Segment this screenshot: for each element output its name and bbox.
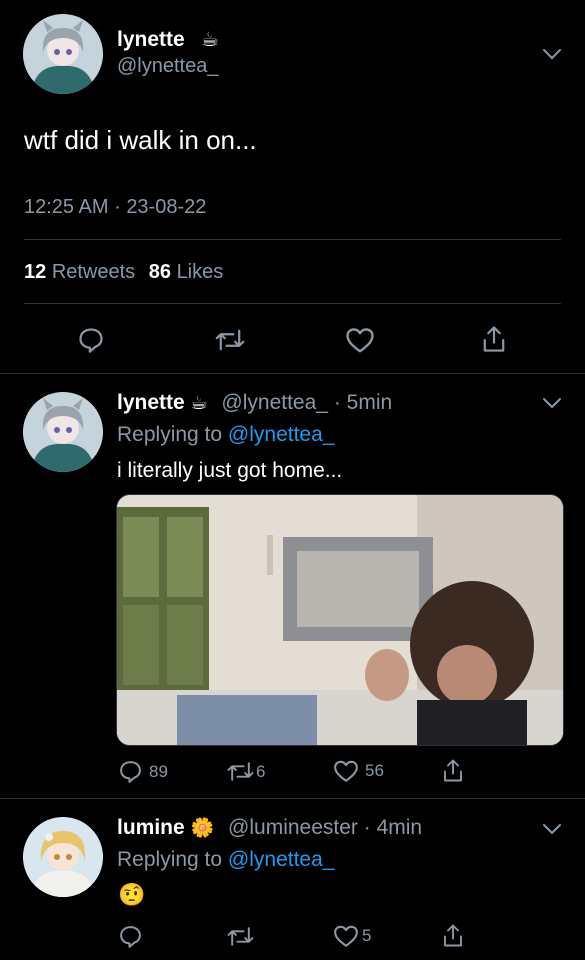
replying-to-label: Replying to <box>117 848 223 871</box>
replying-to: Replying to @lynettea_ <box>117 423 334 447</box>
reply-text: 🤨 <box>118 882 146 907</box>
tweet-date: 23-08-22 <box>126 196 207 218</box>
author-handle[interactable]: @lynettea_ <box>117 55 218 78</box>
like-button[interactable]: 56 <box>333 759 384 783</box>
chevron-down-icon[interactable] <box>542 397 562 409</box>
author-handle[interactable]: @lumineester <box>228 816 358 839</box>
reply-button[interactable] <box>118 924 143 949</box>
retweet-icon <box>215 329 245 351</box>
flower-emoji: 🌼 <box>190 818 215 839</box>
reply-button[interactable] <box>77 326 105 354</box>
retweet-button[interactable]: 6 <box>227 759 265 784</box>
retweet-count: 6 <box>256 761 266 781</box>
avatar-lynette[interactable] <box>23 392 103 472</box>
reply-time: · 5min <box>333 391 393 414</box>
replying-to-label: Replying to <box>117 423 223 446</box>
like-count: 5 <box>362 926 372 945</box>
timestamp-separator: · <box>114 196 121 218</box>
retweet-icon <box>227 762 254 781</box>
retweets-count[interactable]: 12 <box>24 261 46 283</box>
reply-button[interactable]: 89 <box>118 759 168 784</box>
share-icon <box>444 924 462 947</box>
likes-count[interactable]: 86 <box>149 261 171 283</box>
like-button[interactable] <box>345 326 375 354</box>
share-button[interactable] <box>480 324 508 354</box>
author-name[interactable]: lumine <box>117 816 185 839</box>
avatar-lumine[interactable] <box>23 817 103 897</box>
chevron-down-icon[interactable] <box>542 48 562 60</box>
tweet-time: 12:25 AM <box>24 196 109 218</box>
author-name[interactable]: lynette <box>117 28 185 52</box>
share-icon <box>483 326 505 352</box>
replying-to-handle[interactable]: @lynettea_ <box>228 423 335 446</box>
retweet-button[interactable] <box>227 924 254 949</box>
retweets-label[interactable]: Retweets <box>52 261 135 283</box>
reply-header: lumine 🌼 @lumineester · 4min <box>117 816 422 840</box>
divider <box>0 373 585 374</box>
coffee-emoji: ☕ <box>201 29 219 51</box>
replying-to: Replying to @lynettea_ <box>117 848 334 872</box>
reply-icon <box>120 761 141 783</box>
author-name[interactable]: lynette <box>117 391 185 414</box>
author-handle[interactable]: @lynettea_ <box>221 391 328 414</box>
divider <box>24 303 561 304</box>
reply-header: lynette ☕ @lynettea_ · 5min <box>117 391 392 415</box>
tweet-text: wtf did i walk in on... <box>24 125 257 155</box>
reply-time: · 4min <box>363 816 423 839</box>
like-icon <box>334 760 358 782</box>
likes-label[interactable]: Likes <box>177 261 224 283</box>
replying-to-handle[interactable]: @lynettea_ <box>228 848 335 871</box>
like-icon <box>346 328 374 353</box>
like-button[interactable]: 5 <box>333 924 371 948</box>
share-icon <box>444 759 462 782</box>
divider <box>0 798 585 799</box>
divider <box>24 239 561 240</box>
reply-icon <box>120 926 141 948</box>
coffee-emoji: ☕ <box>190 393 208 414</box>
reply-icon <box>79 328 103 353</box>
reply-count: 89 <box>149 761 168 781</box>
like-count: 56 <box>365 761 384 780</box>
tweet-timestamp[interactable]: 12:25 AM · 23-08-22 <box>24 196 206 219</box>
retweet-icon <box>227 927 254 946</box>
avatar-lynette[interactable] <box>23 14 103 94</box>
like-icon <box>334 925 358 947</box>
retweet-button[interactable] <box>215 326 245 354</box>
chevron-down-icon[interactable] <box>542 823 562 835</box>
share-button[interactable] <box>441 757 465 784</box>
tweet-media-image[interactable] <box>116 494 564 746</box>
share-button[interactable] <box>441 922 465 949</box>
reply-text: i literally just got home... <box>117 459 343 482</box>
tweet-stats: 12 Retweets 86 Likes <box>24 261 223 284</box>
